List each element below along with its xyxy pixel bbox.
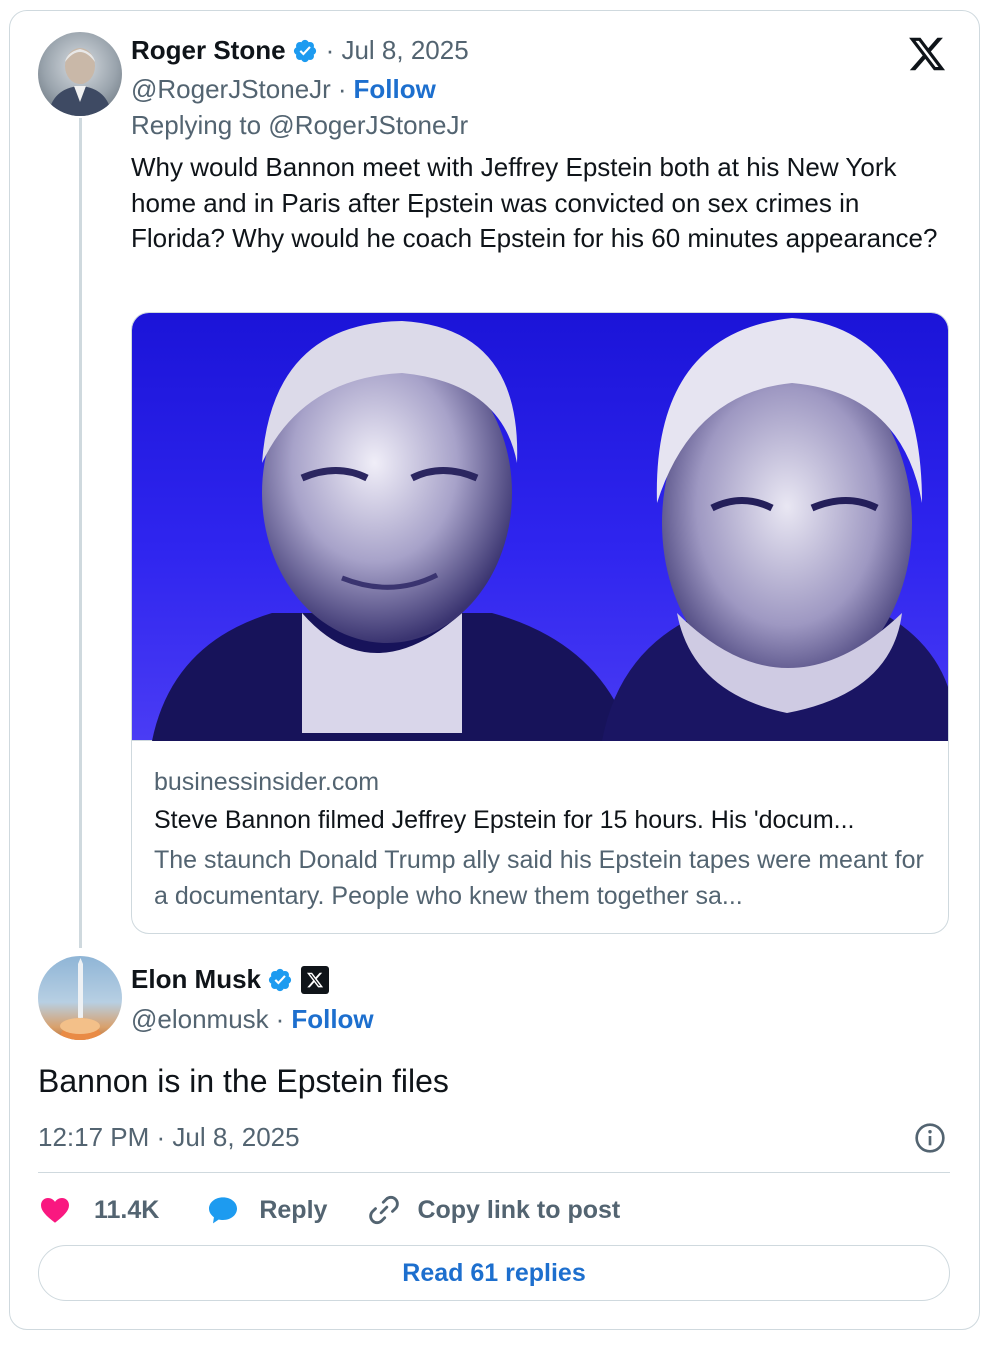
main-handle-row: @elonmusk · Follow	[131, 1004, 374, 1035]
copy-link-label: Copy link to post	[417, 1195, 621, 1224]
separator-dot: ·	[275, 1004, 285, 1034]
roger-stone-avatar[interactable]	[38, 32, 122, 116]
reply-button[interactable]: Reply	[205, 1194, 327, 1226]
main-author-handle[interactable]: @elonmusk	[131, 1004, 269, 1035]
main-author-name[interactable]: Elon Musk	[131, 964, 261, 995]
follow-roger-stone-button[interactable]: Follow	[353, 74, 435, 105]
quoted-author-handle[interactable]: @RogerJStoneJr	[131, 74, 331, 105]
thread-connector-line	[79, 118, 82, 948]
link-preview-title: Steve Bannon filmed Jeffrey Epstein for …	[154, 806, 855, 834]
x-affiliate-badge-icon[interactable]	[301, 965, 330, 994]
quoted-author-row: Roger Stone · Jul 8, 2025	[131, 35, 469, 66]
quoted-tweet-text: Why would Bannon meet with Jeffrey Epste…	[131, 152, 938, 253]
replying-to-label[interactable]: Replying to @RogerJStoneJr	[131, 110, 468, 141]
tweet-actions-bar: 11.4K Reply Copy link to post	[38, 1188, 620, 1232]
x-logo-icon[interactable]	[906, 34, 948, 74]
link-preview-domain: businessinsider.com	[154, 768, 380, 796]
replying-to-row: Replying to @RogerJStoneJr	[131, 110, 468, 141]
reply-bubble-icon	[209, 1197, 238, 1224]
main-tweet-text: Bannon is in the Epstein files	[38, 1063, 449, 1099]
like-button[interactable]: 11.4K	[38, 1194, 159, 1226]
separator-dot: ·	[337, 74, 347, 104]
verified-badge-icon	[293, 39, 316, 62]
link-icon	[369, 1195, 400, 1225]
copy-link-button[interactable]: Copy link to post	[367, 1193, 620, 1227]
main-tweet-timestamp[interactable]: 12:17 PM · Jul 8, 2025	[38, 1122, 300, 1153]
link-preview-card[interactable]: businessinsider.com Steve Bannon filmed …	[131, 312, 949, 934]
reply-label: Reply	[259, 1195, 328, 1224]
main-author-row: Elon Musk	[131, 964, 330, 995]
follow-elon-musk-button[interactable]: Follow	[291, 1004, 373, 1035]
info-icon[interactable]	[914, 1122, 946, 1154]
quoted-handle-row: @RogerJStoneJr · Follow	[131, 74, 436, 105]
link-preview-description: The staunch Donald Trump ally said his E…	[154, 846, 924, 910]
like-count: 11.4K	[94, 1195, 160, 1224]
quoted-tweet-date[interactable]: · Jul 8, 2025	[326, 35, 469, 66]
verified-badge-icon	[268, 968, 292, 991]
read-replies-button[interactable]: Read 61 replies	[38, 1245, 950, 1301]
elon-musk-avatar[interactable]	[38, 956, 122, 1040]
link-preview-image	[132, 313, 948, 741]
heart-icon	[41, 1198, 69, 1223]
divider	[38, 1172, 950, 1173]
quoted-author-name[interactable]: Roger Stone	[131, 35, 286, 66]
